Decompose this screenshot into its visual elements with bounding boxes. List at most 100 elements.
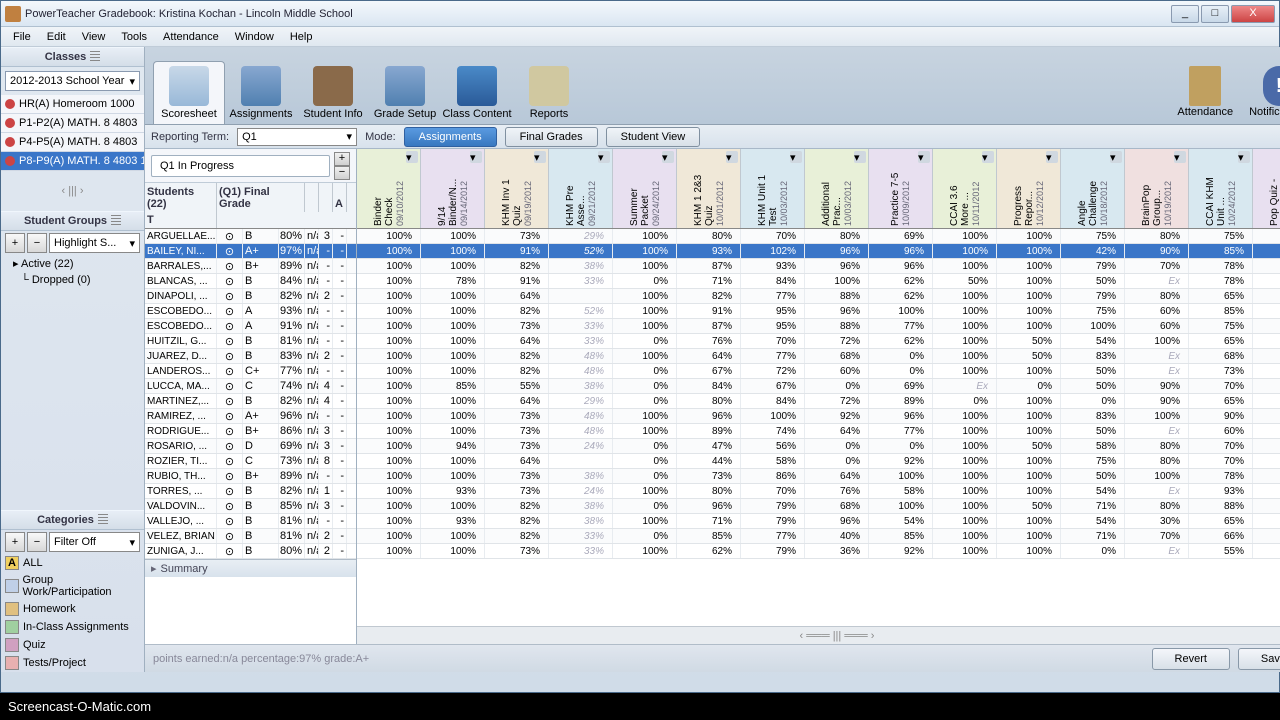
score-cell[interactable]: Ex <box>1125 424 1189 438</box>
score-cell[interactable]: 47% <box>677 439 741 453</box>
score-cell[interactable]: 93% <box>677 244 741 258</box>
score-cell[interactable]: 91% <box>485 274 549 288</box>
score-cell[interactable]: 100% <box>933 499 997 513</box>
score-cell[interactable]: 100% <box>421 499 485 513</box>
score-cell[interactable]: 75% <box>1189 229 1253 243</box>
score-row[interactable]: 100%100%64%29%0%80%84%72%89%0%100%0%90%6… <box>357 394 1280 409</box>
add-button[interactable]: + <box>5 233 25 253</box>
score-cell[interactable]: 95% <box>741 319 805 333</box>
score-cell[interactable]: 73% <box>485 409 549 423</box>
score-cell[interactable]: 78% <box>1189 469 1253 483</box>
score-cell[interactable]: 78% <box>421 274 485 288</box>
score-cell[interactable]: 80% <box>1253 289 1280 303</box>
score-cell[interactable]: 100% <box>1253 394 1280 408</box>
score-cell[interactable]: 100% <box>997 244 1061 258</box>
score-cell[interactable]: 100% <box>933 349 997 363</box>
assignment-menu-icon[interactable]: ▾ <box>470 151 482 163</box>
student-row[interactable]: ZUNIGA, J...⊙B80%n/a2- <box>145 544 356 559</box>
score-cell[interactable]: 100% <box>421 244 485 258</box>
score-cell[interactable]: 0% <box>613 394 677 408</box>
score-cell[interactable]: 100% <box>933 409 997 423</box>
assignment-header[interactable]: ▾KHM Pre Asse...09/21/2012 <box>549 149 613 228</box>
assignment-header[interactable]: ▾KHM 1 2&3 Quiz10/01/2012 <box>677 149 741 228</box>
score-cell[interactable]: 100% <box>357 229 421 243</box>
score-cell[interactable]: 48% <box>549 364 613 378</box>
score-cell[interactable]: 75% <box>1189 319 1253 333</box>
score-cell[interactable]: 90% <box>1189 409 1253 423</box>
score-cell[interactable]: 94% <box>421 439 485 453</box>
score-cell[interactable]: 100% <box>357 439 421 453</box>
score-row[interactable]: 100%100%82%48%100%64%77%68%0%100%50%83%E… <box>357 349 1280 364</box>
category-item[interactable]: In-Class Assignments <box>1 618 144 636</box>
score-cell[interactable]: 100% <box>357 469 421 483</box>
score-cell[interactable]: 100% <box>613 484 677 498</box>
score-cell[interactable]: 100% <box>933 514 997 528</box>
score-cell[interactable]: 58% <box>741 454 805 468</box>
remove-cat-button[interactable]: − <box>27 532 47 552</box>
score-cell[interactable]: 100% <box>1253 274 1280 288</box>
class-item-selected[interactable]: P8-P9(A) MATH. 8 4803 12 <box>1 152 144 171</box>
class-item[interactable]: HR(A) Homeroom 1000 <box>1 95 144 114</box>
score-cell[interactable]: 0% <box>1061 544 1125 558</box>
col-a[interactable]: A <box>333 183 347 212</box>
score-cell[interactable]: 0% <box>1061 394 1125 408</box>
category-all[interactable]: AALL <box>1 554 144 572</box>
score-cell[interactable]: 90% <box>1125 244 1189 258</box>
category-item[interactable]: Homework <box>1 600 144 618</box>
score-row[interactable]: 100%93%82%38%100%71%79%96%54%100%100%54%… <box>357 514 1280 529</box>
score-cell[interactable]: 76% <box>805 484 869 498</box>
score-cell[interactable]: 80% <box>677 229 741 243</box>
score-cell[interactable]: 0% <box>613 499 677 513</box>
score-cell[interactable]: 74% <box>741 424 805 438</box>
score-cell[interactable]: 0% <box>613 529 677 543</box>
score-cell[interactable]: 64% <box>485 454 549 468</box>
score-cell[interactable]: 0% <box>997 379 1061 393</box>
score-cell[interactable]: 100% <box>421 304 485 318</box>
score-cell[interactable]: 90% <box>1125 394 1189 408</box>
score-cell[interactable]: 89% <box>677 424 741 438</box>
score-cell[interactable]: Ex <box>933 379 997 393</box>
category-item[interactable]: Group Work/Participation <box>1 572 144 600</box>
score-cell[interactable]: 72% <box>805 334 869 348</box>
score-cell[interactable]: 80% <box>805 229 869 243</box>
menu-window[interactable]: Window <box>227 29 282 45</box>
menu-edit[interactable]: Edit <box>39 29 74 45</box>
score-cell[interactable]: 91% <box>677 304 741 318</box>
score-cell[interactable]: Ex <box>1125 544 1189 558</box>
score-cell[interactable]: 60% <box>805 364 869 378</box>
score-cell[interactable]: 29% <box>549 394 613 408</box>
score-cell[interactable]: 100% <box>869 469 933 483</box>
score-cell[interactable]: 100% <box>613 259 677 273</box>
score-cell[interactable]: 100% <box>357 364 421 378</box>
student-row[interactable]: TORRES, ...⊙B82%n/a1- <box>145 484 356 499</box>
score-cell[interactable]: 58% <box>1061 439 1125 453</box>
score-cell[interactable]: 88% <box>805 319 869 333</box>
score-cell[interactable]: 44% <box>677 454 741 468</box>
score-cell[interactable]: 100% <box>997 319 1061 333</box>
score-cell[interactable]: 100% <box>1253 259 1280 273</box>
assignment-menu-icon[interactable]: ▾ <box>1174 151 1186 163</box>
score-cell[interactable]: 54% <box>1061 334 1125 348</box>
score-cell[interactable]: 36% <box>805 544 869 558</box>
score-cell[interactable]: 65% <box>1189 514 1253 528</box>
summary-row[interactable]: ▸Summary <box>145 559 356 577</box>
score-cell[interactable]: 77% <box>741 349 805 363</box>
notifications-button[interactable]: !Notifications <box>1249 66 1280 118</box>
score-cell[interactable]: 100% <box>421 424 485 438</box>
score-cell[interactable]: 82% <box>485 529 549 543</box>
score-cell[interactable]: 100% <box>997 289 1061 303</box>
score-cell[interactable]: 60% <box>1125 319 1189 333</box>
student-row[interactable]: ROZIER, TI...⊙C73%n/a8- <box>145 454 356 469</box>
score-cell[interactable]: 87% <box>677 259 741 273</box>
score-cell[interactable]: 93% <box>1189 484 1253 498</box>
score-cell[interactable]: 100% <box>933 289 997 303</box>
score-cell[interactable]: 84% <box>741 394 805 408</box>
score-cell[interactable]: 62% <box>677 544 741 558</box>
score-cell[interactable]: 70% <box>1189 379 1253 393</box>
score-cell[interactable]: 90% <box>1253 529 1280 543</box>
score-cell[interactable]: 33% <box>549 529 613 543</box>
student-row[interactable]: HUITZIL, G...⊙B81%n/a-- <box>145 334 356 349</box>
student-row[interactable]: JUAREZ, D...⊙B83%n/a2- <box>145 349 356 364</box>
score-cell[interactable]: 75% <box>1061 304 1125 318</box>
assignment-menu-icon[interactable]: ▾ <box>918 151 930 163</box>
